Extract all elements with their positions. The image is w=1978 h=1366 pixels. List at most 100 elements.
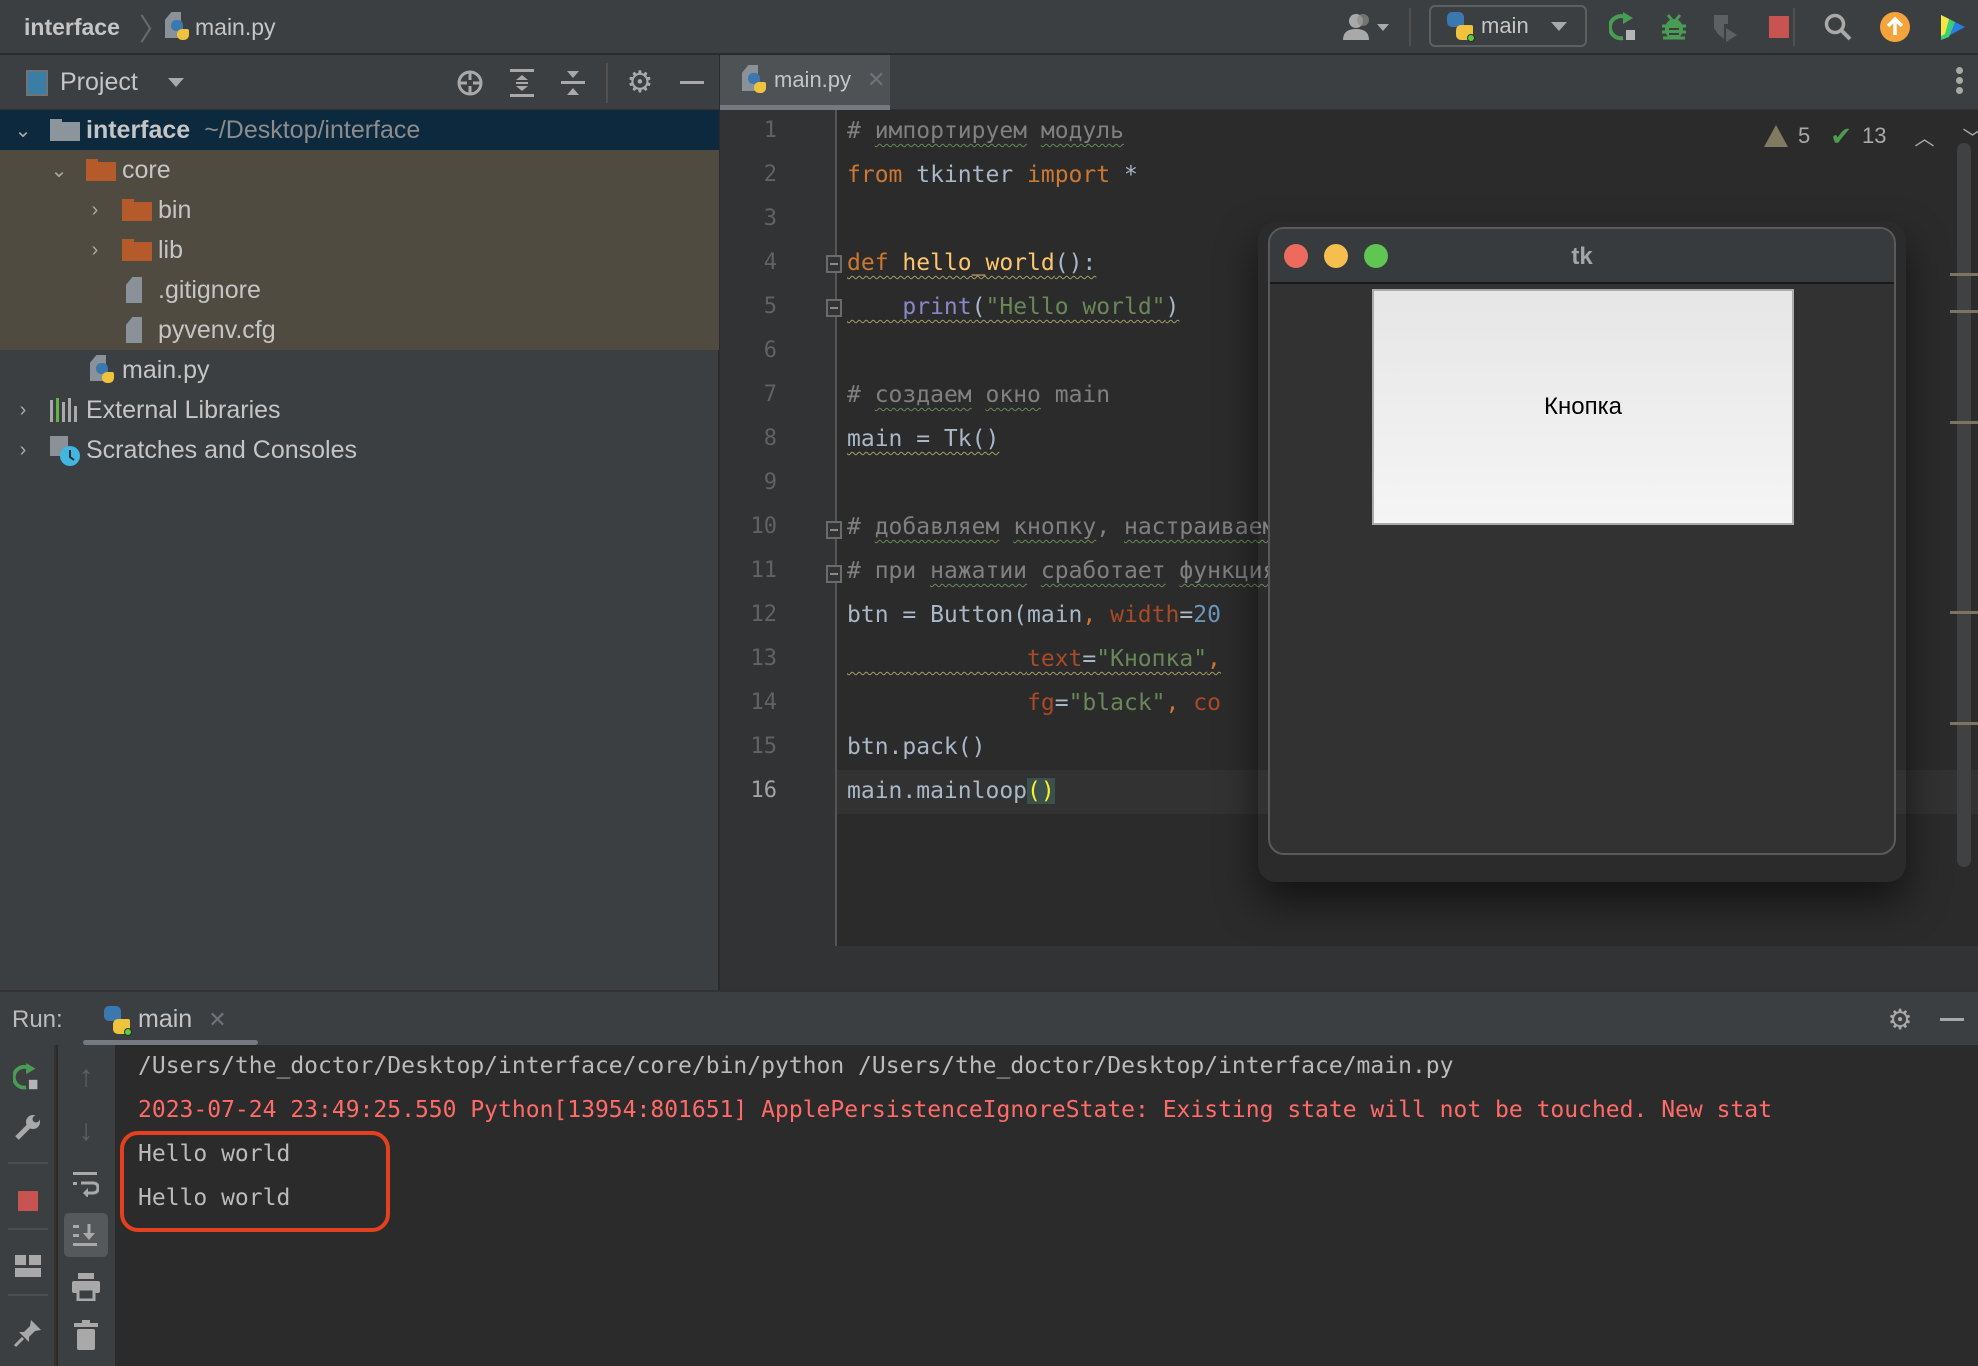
- tree-item-main-py[interactable]: main.py: [0, 350, 719, 390]
- pin-tab-button[interactable]: [8, 1313, 48, 1353]
- rerun-button[interactable]: [1603, 0, 1647, 54]
- run-tab-main[interactable]: main ✕: [104, 992, 227, 1047]
- python-file-icon: [90, 355, 114, 385]
- code-line-1: # импортируем модуль: [847, 118, 1124, 144]
- clear-all-button[interactable]: [66, 1315, 106, 1355]
- run-configuration-selector[interactable]: main: [1429, 5, 1587, 47]
- console-output[interactable]: [116, 1045, 1978, 1366]
- soft-wrap-button[interactable]: [66, 1164, 106, 1204]
- layout-icon: [15, 1255, 41, 1277]
- tree-item-bin[interactable]: › bin: [0, 190, 719, 230]
- stop-icon: [1769, 16, 1789, 38]
- python-icon: [1447, 12, 1475, 42]
- fold-marker-icon[interactable]: [826, 255, 842, 273]
- tree-item-external-libraries[interactable]: › External Libraries: [0, 390, 719, 430]
- tree-item-interface[interactable]: ⌄ interface ~/Desktop/interface: [0, 110, 719, 150]
- restore-layout-button[interactable]: [8, 1246, 48, 1286]
- code-line-16: main.mainloop(): [847, 778, 1055, 804]
- run-settings-button[interactable]: ⚙: [1880, 992, 1920, 1047]
- tree-item-core[interactable]: ⌄ core: [0, 150, 719, 190]
- tree-item-pyvenv[interactable]: pyvenv.cfg: [0, 310, 719, 350]
- minimize-icon: [680, 81, 704, 84]
- toolbox-button[interactable]: [1930, 0, 1974, 54]
- chevron-right-icon: ›: [19, 398, 27, 421]
- expand-all-button[interactable]: [502, 55, 542, 110]
- line-number: 13: [750, 646, 778, 671]
- run-with-coverage-button[interactable]: [1703, 0, 1747, 54]
- code-line-11: # при нажатии сработает функция: [847, 558, 1277, 584]
- breadcrumb-file[interactable]: main.py: [165, 0, 276, 54]
- hide-panel-button[interactable]: [672, 55, 712, 110]
- select-opened-file-button[interactable]: [450, 55, 490, 110]
- previous-highlight-icon[interactable]: ︿: [1915, 122, 1935, 151]
- code-line-15: btn.pack(): [847, 734, 986, 760]
- inspections-widget[interactable]: 5 ✔ 13 ︿ ﹀: [1764, 118, 1978, 154]
- modify-run-configuration-button[interactable]: [8, 1107, 48, 1147]
- rerun-button[interactable]: [8, 1057, 48, 1097]
- warning-stripe-marker[interactable]: [1950, 722, 1978, 725]
- navigation-bar: interface 〉 main.py main: [0, 0, 1978, 54]
- scroll-to-end-button[interactable]: [64, 1213, 108, 1257]
- search-everywhere-button[interactable]: [1816, 0, 1860, 54]
- warning-stripe-marker[interactable]: [1950, 273, 1978, 276]
- debug-button[interactable]: [1652, 0, 1696, 54]
- coverage-icon: [1714, 15, 1737, 42]
- close-tab-icon[interactable]: ✕: [867, 67, 885, 93]
- gear-icon: ⚙: [626, 66, 654, 99]
- debug-icon: [1662, 14, 1686, 40]
- excluded-folder-icon: [122, 239, 152, 261]
- stop-icon: [18, 1191, 38, 1211]
- fold-marker-icon[interactable]: [826, 299, 842, 317]
- project-view-selector[interactable]: Project: [26, 55, 184, 110]
- console-actions-toolbar: ↑ ↓: [58, 1045, 115, 1366]
- python-run-icon: [104, 1005, 132, 1036]
- hide-run-panel-button[interactable]: [1932, 992, 1972, 1047]
- tree-item-label: core: [122, 155, 171, 184]
- fold-marker-icon[interactable]: [826, 565, 842, 583]
- run-tab-label: main: [138, 1005, 193, 1033]
- tk-window-title: tk: [1571, 242, 1593, 270]
- console-stderr-line: 2023-07-24 23:49:25.550 Python[13954:801…: [138, 1097, 1772, 1123]
- fold-marker-icon[interactable]: [826, 521, 842, 539]
- line-number: 4: [763, 250, 777, 275]
- code-line-5: print("Hello world"): [902, 294, 1180, 320]
- editor-vertical-scrollbar[interactable]: [1957, 143, 1971, 867]
- expand-all-icon: [510, 68, 534, 97]
- toolbar-separator: [8, 1294, 48, 1296]
- vcs-users-button[interactable]: [1336, 0, 1396, 54]
- line-number: 14: [750, 690, 778, 715]
- code-line-2: from tkinter import *: [847, 162, 1138, 188]
- breadcrumb-project[interactable]: interface: [24, 0, 120, 54]
- up-stack-frame-button[interactable]: ↑: [66, 1057, 106, 1097]
- tree-item-label: lib: [158, 235, 184, 264]
- run-label: Run:: [12, 1005, 63, 1033]
- tree-item-label: main.py: [122, 355, 210, 384]
- tree-item-label: interface: [86, 115, 191, 144]
- line-number: 7: [763, 382, 777, 407]
- close-tab-icon[interactable]: ✕: [208, 1007, 226, 1033]
- weak-warning-check-icon: ✔: [1830, 120, 1853, 151]
- updates-button[interactable]: [1873, 0, 1917, 54]
- tree-item-scratches[interactable]: › Scratches and Consoles: [0, 430, 719, 470]
- project-settings-button[interactable]: ⚙: [620, 55, 660, 110]
- stop-button[interactable]: [8, 1181, 48, 1221]
- tk-window-titlebar[interactable]: tk: [1270, 229, 1894, 284]
- down-stack-frame-button[interactable]: ↓: [66, 1111, 106, 1151]
- more-options-icon[interactable]: [1956, 67, 1964, 97]
- tree-item-lib[interactable]: › lib: [0, 230, 719, 270]
- line-number: 11: [750, 558, 778, 583]
- warning-stripe-marker[interactable]: [1950, 611, 1978, 614]
- toolbar-separator: [8, 1228, 48, 1230]
- editor-tab-main-py[interactable]: main.py ✕: [720, 55, 890, 110]
- print-button[interactable]: [66, 1267, 106, 1307]
- warning-stripe-marker[interactable]: [1950, 310, 1978, 313]
- tk-button-knopka[interactable]: Кнопка: [1372, 289, 1794, 525]
- chevron-right-icon: ›: [91, 238, 99, 261]
- ignore-file-icon: [126, 277, 142, 303]
- tree-item-gitignore[interactable]: .gitignore: [0, 270, 719, 310]
- line-number: 9: [763, 470, 777, 495]
- editor-horizontal-scroll-area: [720, 946, 1978, 990]
- line-number: 15: [750, 734, 778, 759]
- collapse-all-button[interactable]: [553, 55, 593, 110]
- warning-stripe-marker[interactable]: [1950, 421, 1978, 424]
